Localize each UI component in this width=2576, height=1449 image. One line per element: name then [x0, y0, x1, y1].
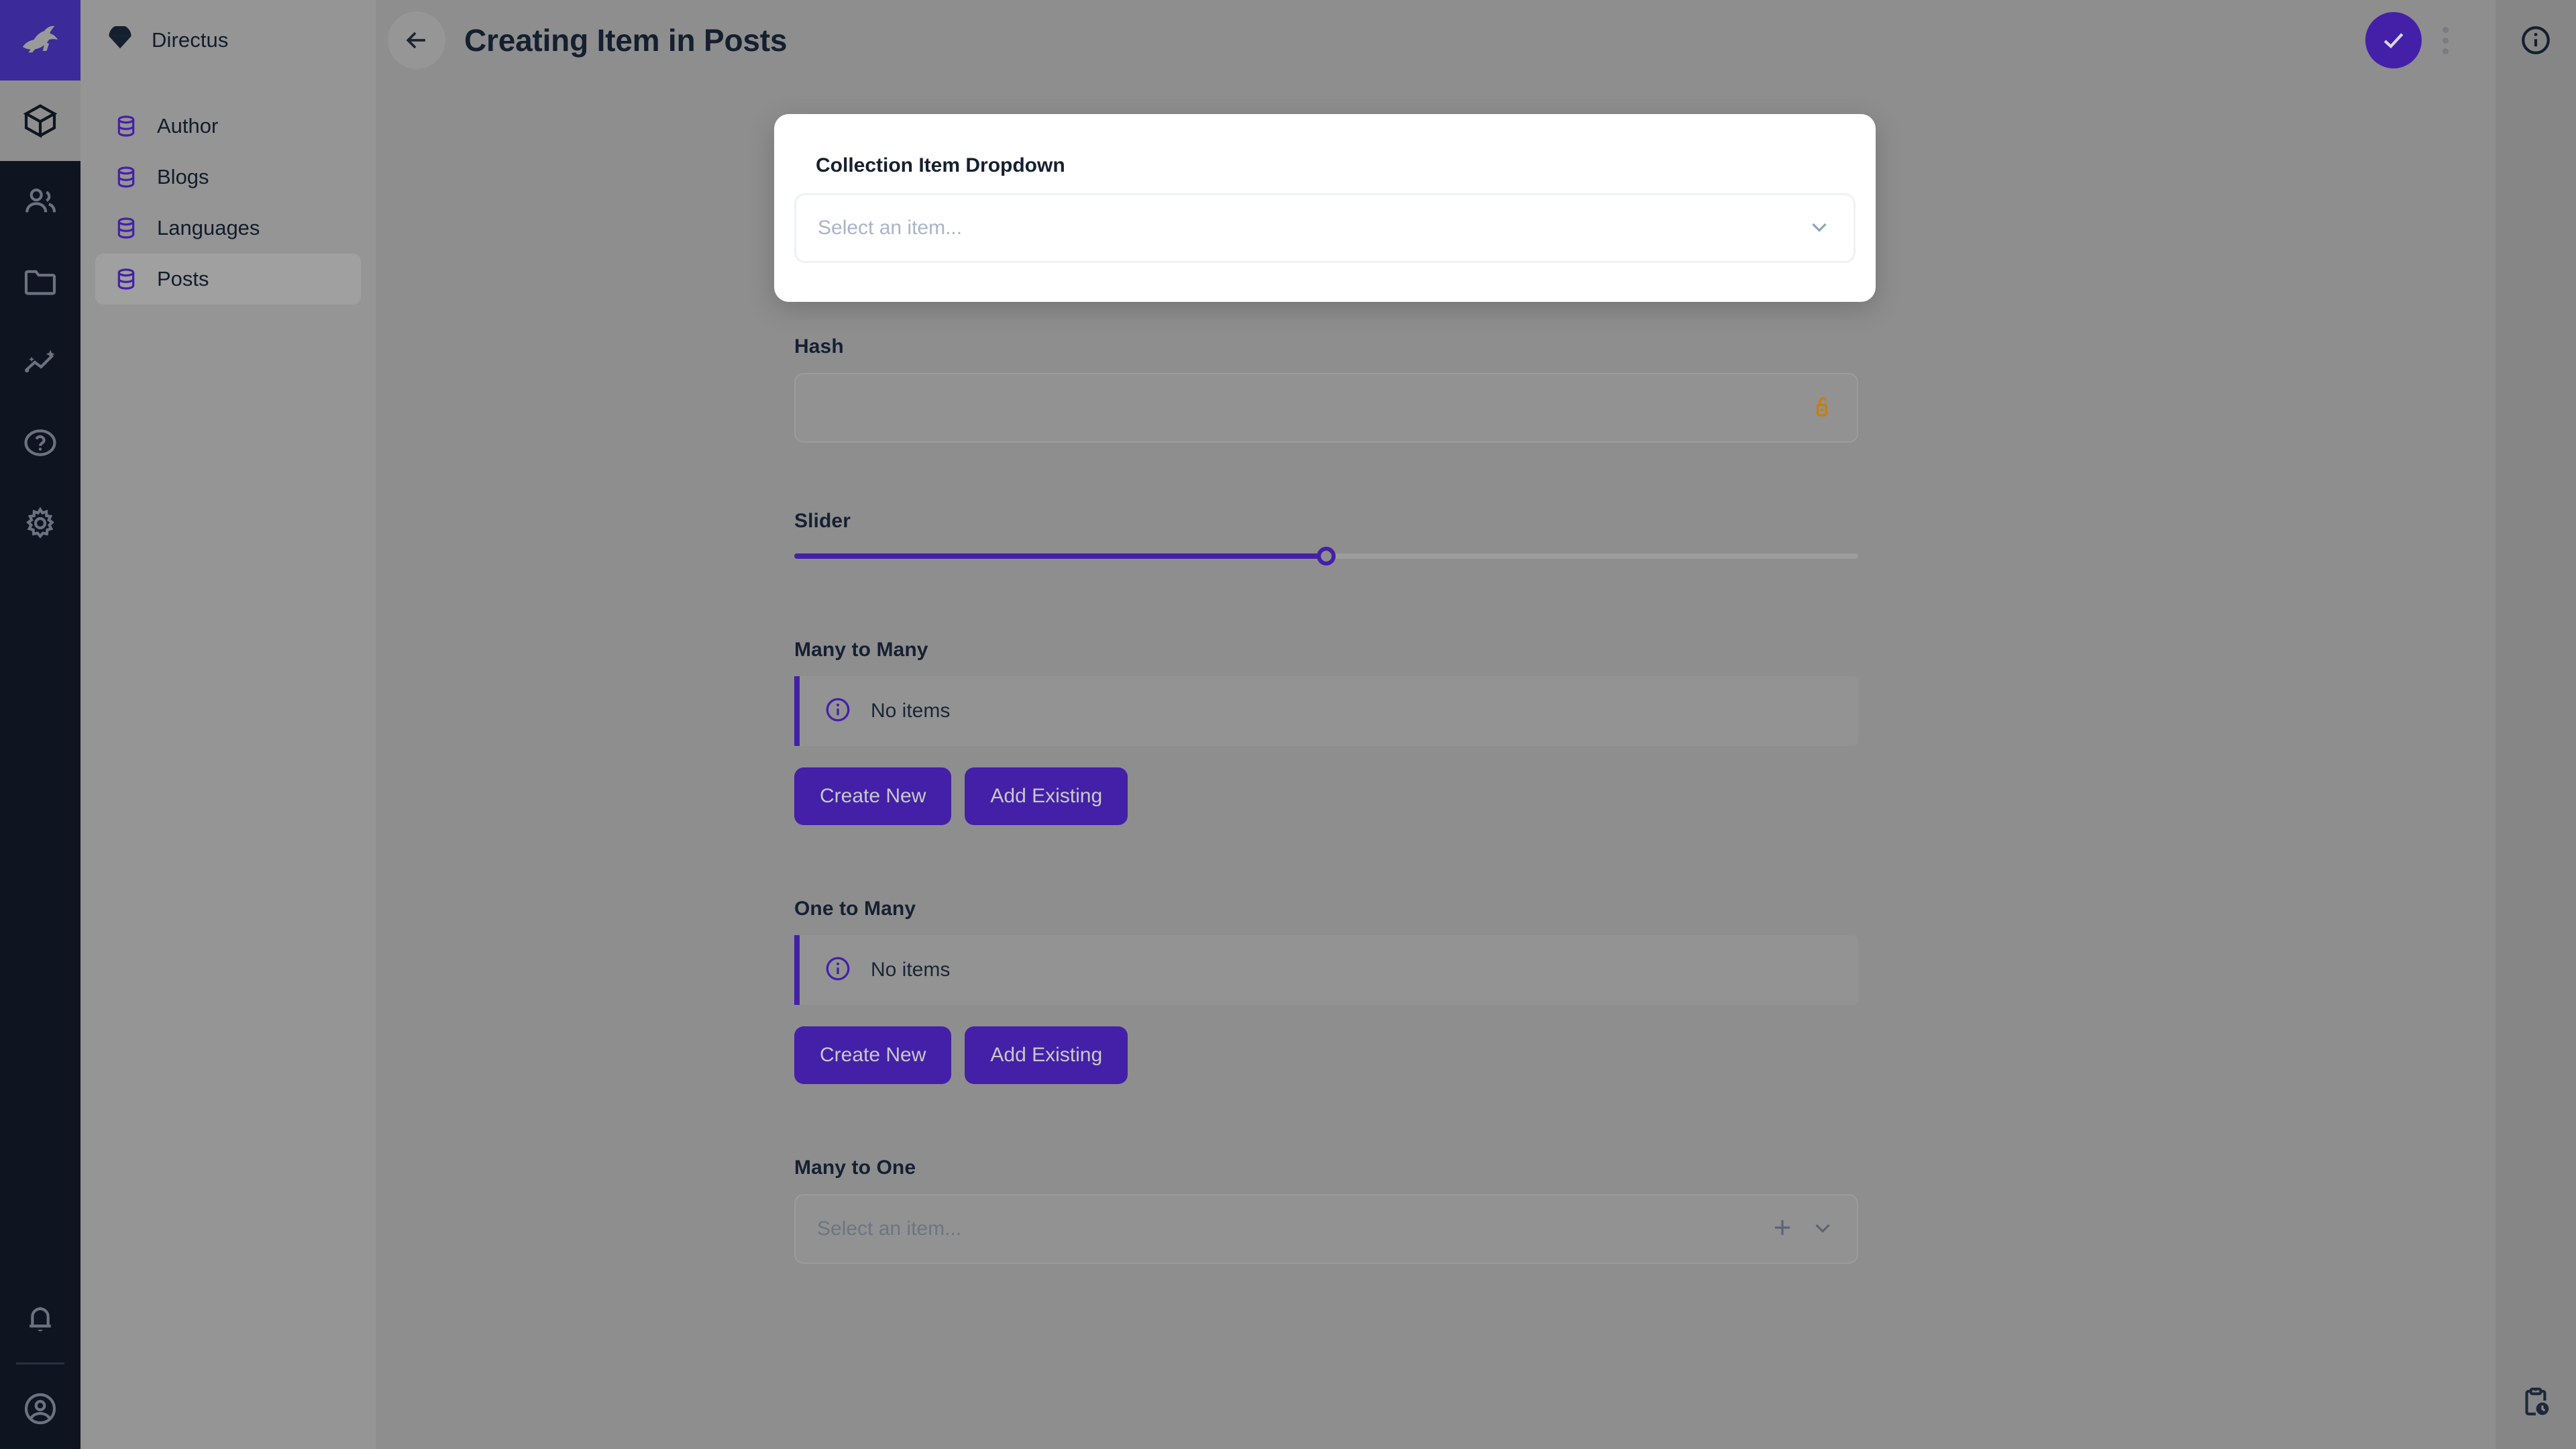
- project-header[interactable]: Directus: [80, 0, 376, 80]
- collections-list: Author Blogs: [80, 80, 376, 305]
- hash-input-adornments: [1809, 393, 1835, 423]
- sidebar-item-label: Author: [157, 114, 218, 138]
- plus-icon[interactable]: [1770, 1215, 1795, 1244]
- database-icon: [113, 266, 140, 292]
- info-circle-icon: [824, 696, 852, 727]
- lock-open-icon[interactable]: [1809, 393, 1835, 423]
- right-sidebar: [2496, 0, 2576, 1449]
- gear-icon: [21, 504, 59, 542]
- one-to-many-empty-text: No items: [871, 959, 950, 981]
- field-slider: Slider: [794, 510, 1858, 565]
- directus-diamond-icon: [106, 26, 134, 54]
- collection-item-dropdown-card: Collection Item Dropdown Select an item.…: [774, 114, 1876, 302]
- database-icon: [113, 164, 140, 191]
- directus-rabbit-logo-icon: [15, 13, 66, 68]
- slider-thumb[interactable]: [1317, 547, 1336, 566]
- page-title: Creating Item in Posts: [464, 22, 787, 58]
- clipboard-clock-icon: [2518, 1385, 2553, 1419]
- sidebar-item-label: Languages: [157, 216, 260, 240]
- sidebar-item-posts[interactable]: Posts: [95, 254, 361, 305]
- module-bar-divider: [16, 1362, 64, 1364]
- project-name: Directus: [152, 28, 229, 52]
- one-to-many-add-existing-button[interactable]: Add Existing: [965, 1026, 1128, 1084]
- module-item-insights[interactable]: [0, 322, 80, 402]
- many-to-one-select[interactable]: Select an item...: [794, 1194, 1858, 1264]
- field-label-one-to-many: One to Many: [794, 898, 1858, 920]
- bell-icon: [21, 1299, 59, 1337]
- many-to-many-add-existing-button[interactable]: Add Existing: [965, 767, 1128, 825]
- check-icon: [2379, 25, 2408, 55]
- more-vertical-icon: [2443, 48, 2449, 54]
- directus-logo-button[interactable]: [0, 0, 80, 80]
- insights-icon: [21, 343, 59, 381]
- collection-item-dropdown-select[interactable]: Select an item...: [794, 193, 1856, 263]
- more-vertical-icon: [2443, 38, 2449, 44]
- module-item-content[interactable]: [0, 80, 80, 161]
- module-icon-list: [0, 80, 80, 564]
- account-circle-icon: [21, 1390, 59, 1428]
- back-button[interactable]: [388, 11, 445, 69]
- header-actions: [2365, 12, 2469, 68]
- one-to-many-actions: Create New Add Existing: [794, 1026, 1858, 1084]
- field-label-slider: Slider: [794, 510, 1858, 533]
- navigation-sidebar: Directus Author: [80, 0, 376, 1449]
- field-hash: Hash: [794, 335, 1858, 443]
- module-item-settings[interactable]: [0, 483, 80, 564]
- directus-app-root: Directus Author: [0, 0, 2576, 1449]
- box-icon: [21, 102, 59, 140]
- page-header: Creating Item in Posts: [376, 0, 2496, 80]
- notifications-button[interactable]: [0, 1278, 80, 1358]
- field-label-many-to-many: Many to Many: [794, 639, 1858, 661]
- chevron-down-icon[interactable]: [1807, 214, 1832, 243]
- info-circle-outline-icon: [2519, 23, 2553, 57]
- save-button[interactable]: [2365, 12, 2422, 68]
- many-to-many-create-new-button[interactable]: Create New: [794, 767, 951, 825]
- database-icon: [113, 113, 140, 140]
- chevron-down-icon[interactable]: [1810, 1215, 1835, 1244]
- more-vertical-icon: [2443, 27, 2449, 33]
- one-to-many-empty-notice: No items: [794, 935, 1858, 1005]
- many-to-many-empty-text: No items: [871, 700, 950, 722]
- module-item-help[interactable]: [0, 402, 80, 483]
- many-to-many-actions: Create New Add Existing: [794, 767, 1858, 825]
- slider-control[interactable]: [794, 547, 1858, 565]
- account-button[interactable]: [0, 1368, 80, 1449]
- sidebar-item-author[interactable]: Author: [95, 101, 361, 152]
- revisions-button[interactable]: [2496, 1355, 2576, 1449]
- field-label-many-to-one: Many to One: [794, 1157, 1858, 1179]
- collection-item-dropdown-label: Collection Item Dropdown: [794, 154, 1856, 177]
- many-to-many-empty-notice: No items: [794, 676, 1858, 746]
- slider-fill: [794, 553, 1326, 559]
- module-bar: [0, 0, 80, 1449]
- module-item-users[interactable]: [0, 161, 80, 241]
- help-circle-icon: [21, 424, 59, 462]
- module-item-files[interactable]: [0, 241, 80, 322]
- database-icon: [113, 215, 140, 241]
- collection-item-dropdown-placeholder: Select an item...: [818, 217, 962, 239]
- sidebar-item-languages[interactable]: Languages: [95, 203, 361, 254]
- module-bar-bottom: [0, 1278, 80, 1449]
- one-to-many-create-new-button[interactable]: Create New: [794, 1026, 951, 1084]
- field-many-to-one: Many to One Select an item...: [794, 1157, 1858, 1264]
- many-to-one-adornments: [1770, 1215, 1835, 1244]
- many-to-one-placeholder: Select an item...: [817, 1218, 961, 1240]
- field-label-hash: Hash: [794, 335, 1858, 358]
- sidebar-item-label: Posts: [157, 267, 209, 291]
- field-one-to-many: One to Many No items Create New Add Exis…: [794, 898, 1858, 1084]
- sidebar-item-blogs[interactable]: Blogs: [95, 152, 361, 203]
- folder-icon: [21, 263, 59, 301]
- people-icon: [21, 182, 59, 220]
- hash-input[interactable]: [794, 373, 1858, 443]
- arrow-left-icon: [402, 25, 431, 55]
- sidebar-item-label: Blogs: [157, 165, 209, 189]
- field-many-to-many: Many to Many No items Create New Add Exi…: [794, 639, 1858, 825]
- main-content-area: Creating Item in Posts Hash: [376, 0, 2496, 1449]
- info-sidebar-toggle[interactable]: [2496, 0, 2576, 80]
- info-circle-icon: [824, 955, 852, 986]
- more-options-button[interactable]: [2422, 12, 2469, 68]
